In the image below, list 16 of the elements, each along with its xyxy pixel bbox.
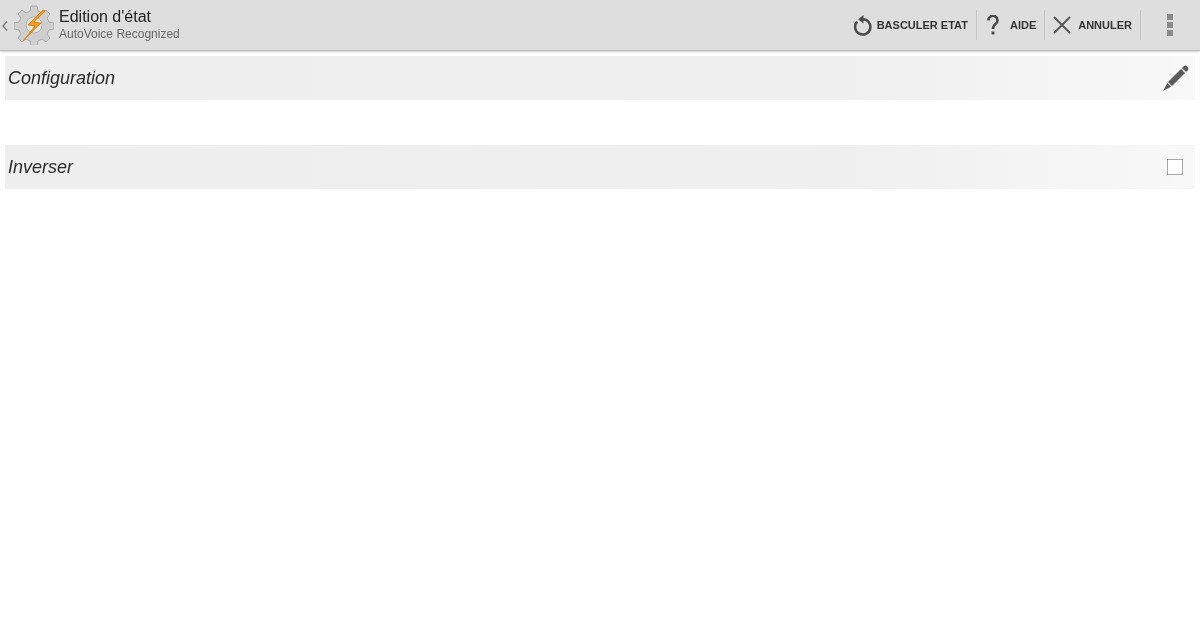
help-button[interactable]: AIDE	[976, 5, 1045, 45]
cancel-button[interactable]: ANNULER	[1045, 5, 1140, 45]
setting-row[interactable]: Inverser	[5, 145, 1195, 189]
toggle-state-button[interactable]: BASCULER ETAT	[842, 5, 976, 45]
screen-title: Edition d'état	[59, 6, 152, 27]
checkbox[interactable]	[1167, 159, 1183, 175]
pencil-icon[interactable]	[1162, 64, 1190, 92]
gear-lightning-icon[interactable]	[14, 5, 54, 45]
screen-subtitle: AutoVoice Recognized	[59, 26, 180, 42]
close-icon	[1053, 16, 1072, 34]
setting-label: Configuration	[8, 67, 116, 89]
setting-row[interactable]: Configuration	[5, 56, 1195, 100]
help-icon	[986, 15, 999, 35]
setting-label: Inverser	[8, 156, 74, 178]
back-caret-icon[interactable]	[2, 21, 8, 31]
more-icon	[1167, 14, 1173, 36]
